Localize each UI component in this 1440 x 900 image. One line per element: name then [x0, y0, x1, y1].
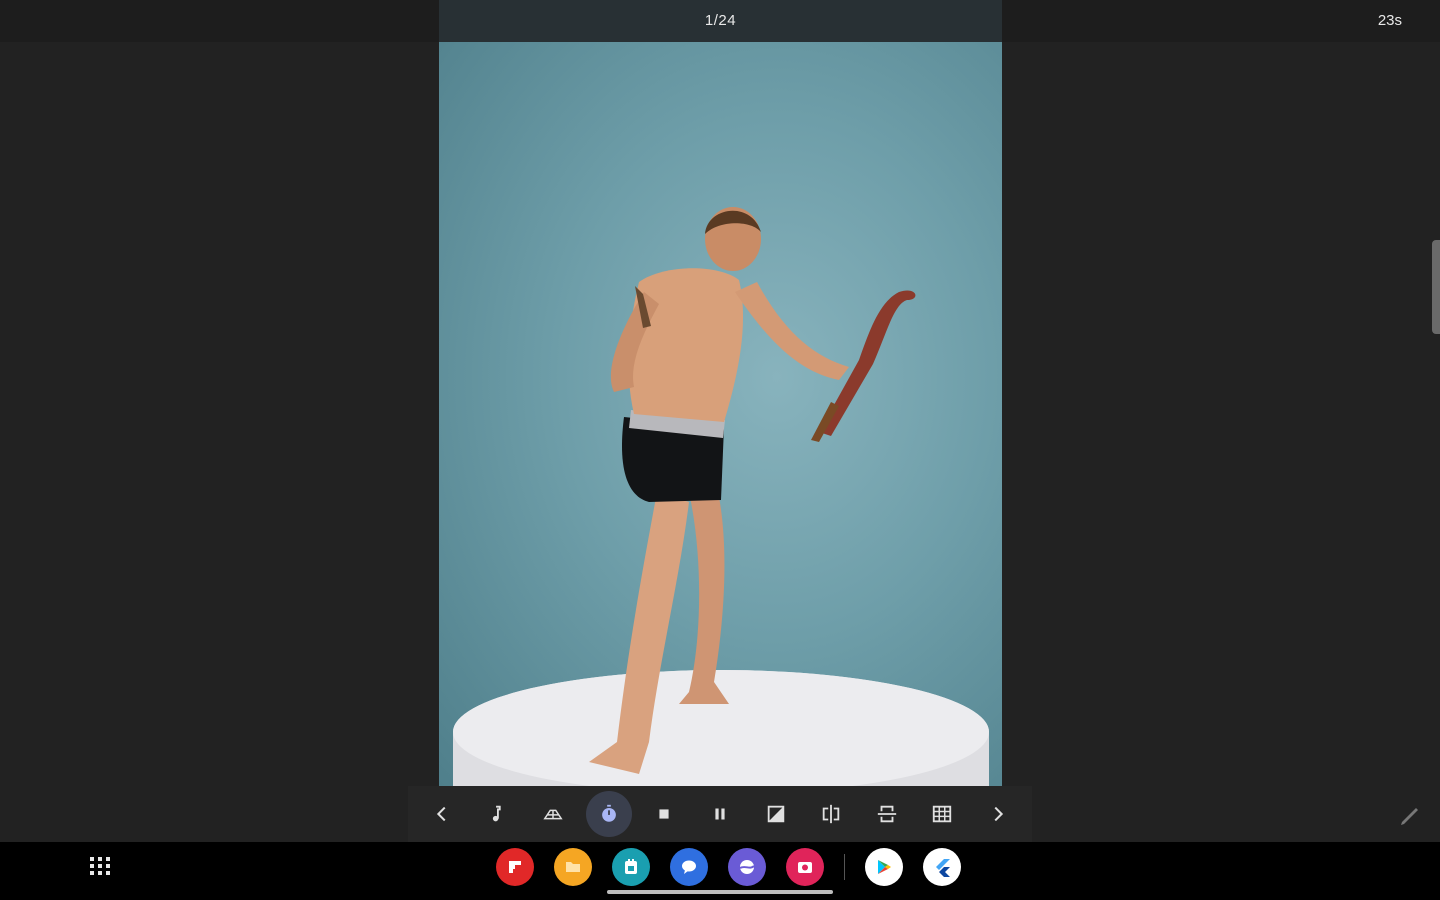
stop-button[interactable]	[641, 791, 687, 837]
previous-button[interactable]	[419, 791, 465, 837]
messages-app[interactable]	[670, 848, 708, 886]
calendar-icon	[625, 859, 637, 874]
grid-overlay-button[interactable]	[919, 791, 965, 837]
home-indicator[interactable]	[607, 890, 833, 894]
music-button[interactable]	[474, 791, 520, 837]
chevron-left-icon	[436, 806, 446, 822]
stop-icon	[659, 809, 669, 819]
my-files-app[interactable]	[554, 848, 592, 886]
edge-panel-handle[interactable]	[1432, 240, 1440, 334]
globe-icon	[739, 860, 755, 874]
internet-app[interactable]	[728, 848, 766, 886]
viewer-toolbar	[408, 786, 1032, 842]
image-counter: 1/24	[704, 12, 737, 29]
flip-vertical-button[interactable]	[864, 791, 910, 837]
session-timer: 23s	[1377, 12, 1402, 29]
flip-horizontal-icon	[822, 804, 840, 824]
flutter-app[interactable]	[923, 848, 961, 886]
folder-icon	[566, 862, 580, 872]
flip-horizontal-button[interactable]	[808, 791, 854, 837]
top-bar: 1/24 23s	[0, 0, 1440, 42]
contrast-icon	[767, 805, 784, 823]
flutter-icon	[936, 859, 950, 877]
calendar-app[interactable]	[612, 848, 650, 886]
pause-icon	[715, 808, 725, 820]
perspective-grid-icon	[543, 809, 563, 820]
pause-button[interactable]	[697, 791, 743, 837]
chat-icon	[682, 860, 696, 874]
app-dock	[496, 847, 961, 887]
system-taskbar	[0, 842, 1440, 900]
next-button[interactable]	[975, 791, 1021, 837]
reference-photo[interactable]	[439, 42, 1002, 786]
camera-app[interactable]	[786, 848, 824, 886]
chevron-right-icon	[994, 806, 1004, 822]
flipboard-icon	[509, 861, 521, 873]
grid-icon	[933, 805, 952, 823]
grid-lines-button[interactable]	[530, 791, 576, 837]
play-store-icon	[878, 860, 891, 874]
timer-button[interactable]	[585, 791, 632, 837]
camera-icon	[798, 862, 812, 873]
flipboard-app[interactable]	[496, 848, 534, 886]
pencil-icon[interactable]	[1398, 804, 1422, 828]
stopwatch-icon	[601, 804, 616, 822]
grayscale-button[interactable]	[753, 791, 799, 837]
music-note-icon	[493, 805, 502, 822]
app-drawer-icon[interactable]	[88, 854, 112, 878]
flip-vertical-icon	[877, 805, 896, 823]
dock-divider	[844, 854, 845, 880]
play-store-app[interactable]	[865, 848, 903, 886]
